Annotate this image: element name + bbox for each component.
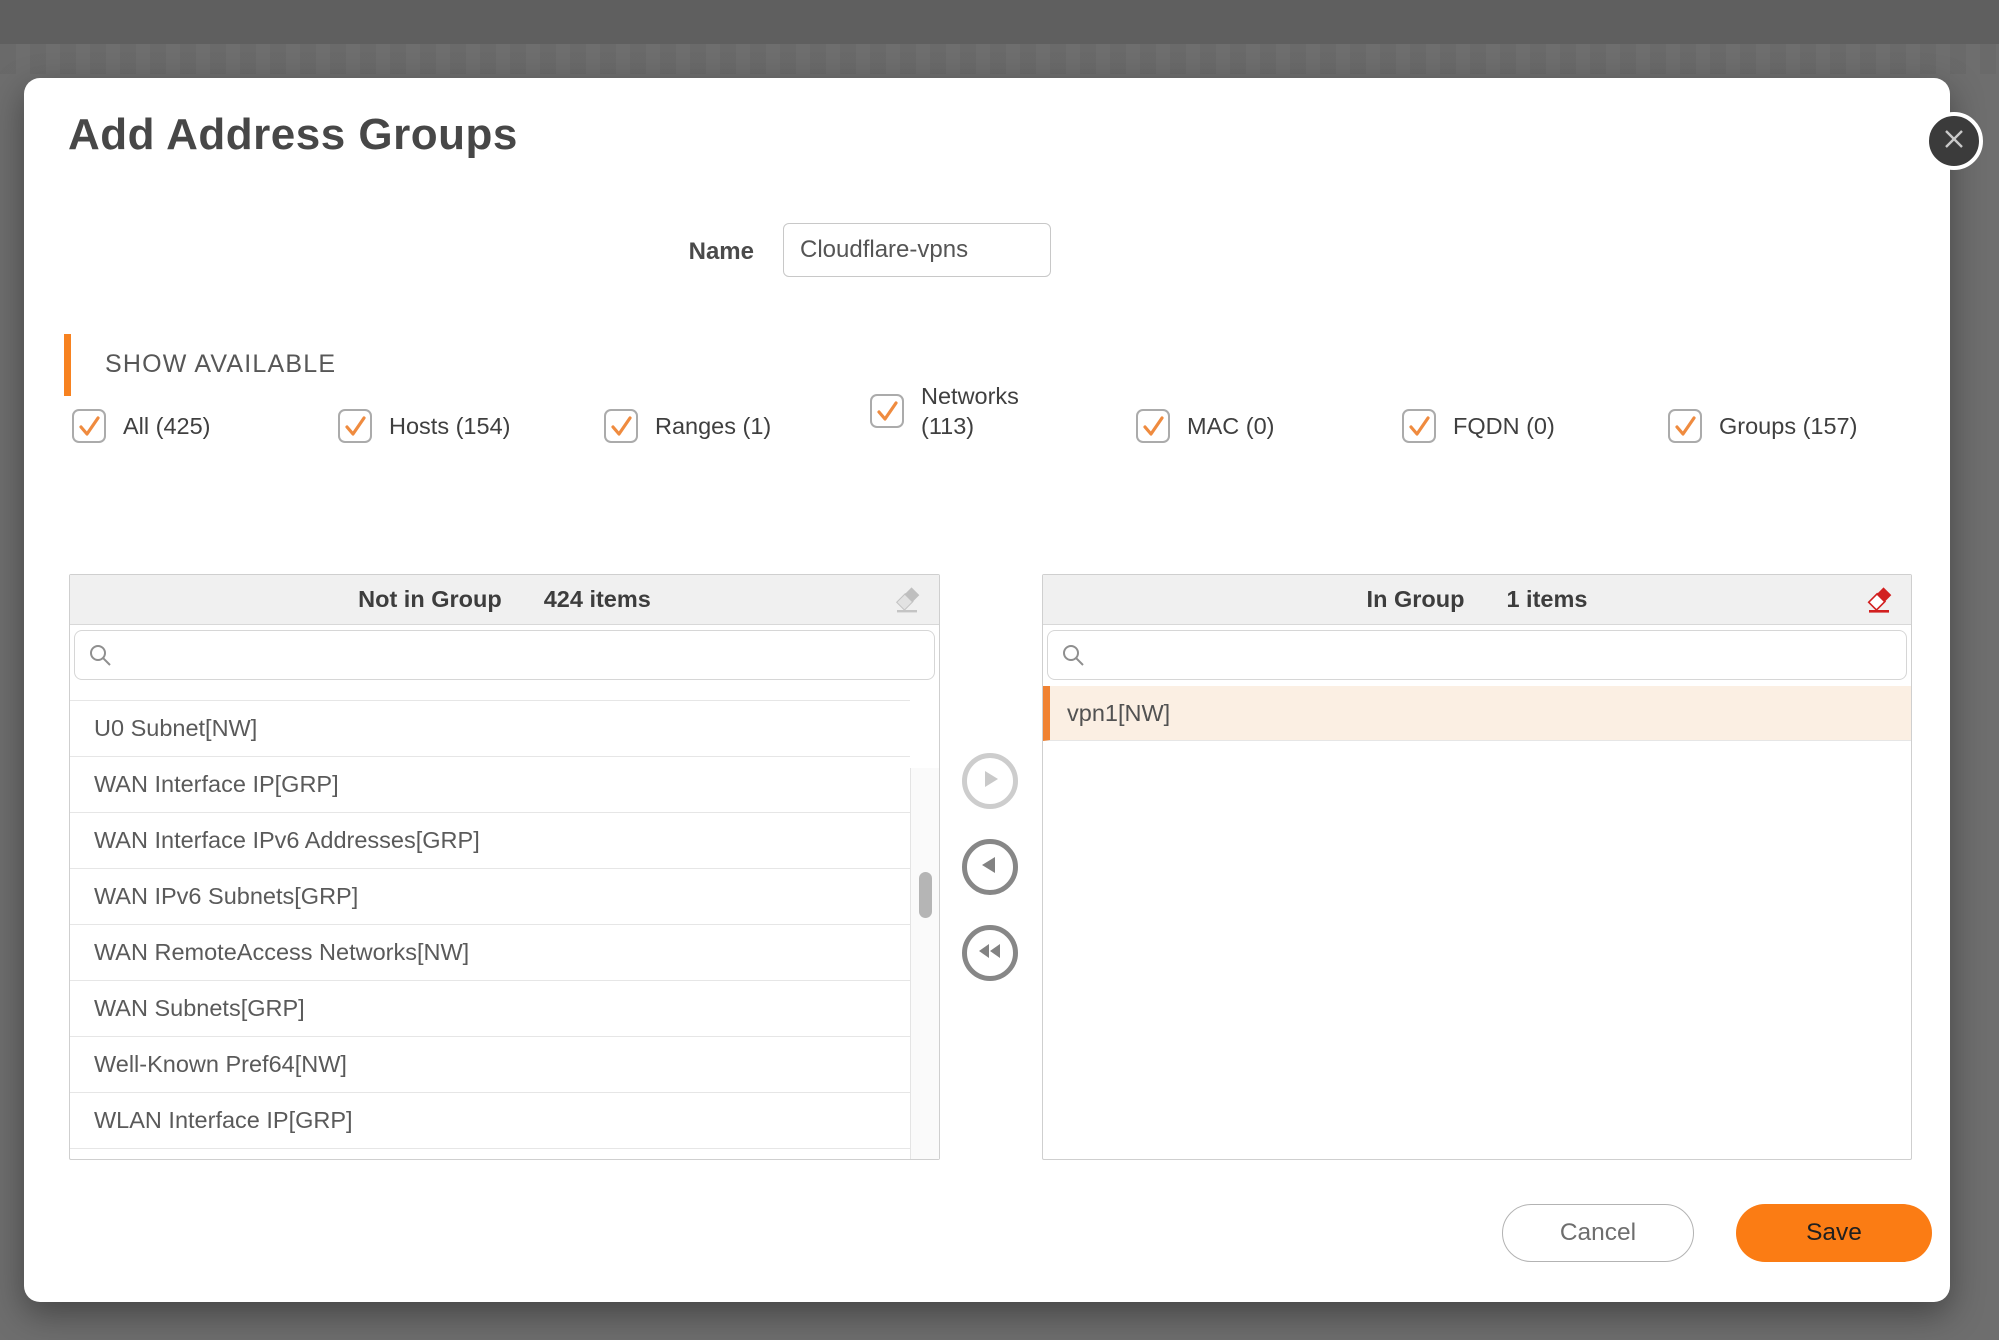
dimmed-page-content xyxy=(0,44,1999,74)
cancel-button[interactable]: Cancel xyxy=(1502,1204,1694,1262)
list-item[interactable]: WAN IPv6 Subnets[GRP] xyxy=(70,869,910,925)
list-item[interactable]: WAN RemoteAccess Networks[NW] xyxy=(70,925,910,981)
dialog-title: Add Address Groups xyxy=(68,110,518,160)
name-field-label: Name xyxy=(584,238,754,266)
filter-checkbox-item[interactable]: Ranges (1) xyxy=(604,409,771,443)
filter-checkbox-item[interactable]: MAC (0) xyxy=(1136,409,1274,443)
filter-checkbox-item[interactable]: Networks (113) xyxy=(870,381,1021,441)
save-button[interactable]: Save xyxy=(1736,1204,1932,1262)
clear-list-icon[interactable] xyxy=(891,583,927,619)
filter-checkbox-item[interactable]: All (425) xyxy=(72,409,211,443)
name-input[interactable] xyxy=(783,223,1051,277)
checkbox-checked[interactable] xyxy=(338,409,372,443)
list-item[interactable]: WAN Subnets[GRP] xyxy=(70,981,910,1037)
list-item[interactable]: WLAN Interface IP[GRP] xyxy=(70,1093,910,1149)
search-input[interactable] xyxy=(75,631,934,679)
list-item-label: vpn1[NW] xyxy=(1067,700,1170,726)
list-item-label: Well-Known Pref64[NW] xyxy=(94,1051,347,1077)
not-in-group-header: Not in Group 424 items xyxy=(70,575,939,625)
partial-scrolled-row xyxy=(70,686,910,701)
list-item-label: WAN Interface IP[GRP] xyxy=(94,771,339,797)
list-item[interactable]: WAN Interface IP[GRP] xyxy=(70,757,910,813)
check-icon xyxy=(1404,411,1434,441)
section-accent-bar xyxy=(64,334,71,396)
filter-label: MAC (0) xyxy=(1187,411,1274,441)
move-left-button[interactable] xyxy=(962,839,1018,895)
filter-checkbox-item[interactable]: Hosts (154) xyxy=(338,409,510,443)
filter-label: Ranges (1) xyxy=(655,411,771,441)
list-item-label: WAN Interface IPv6 Addresses[GRP] xyxy=(94,827,480,853)
close-button[interactable] xyxy=(1925,112,1983,170)
checkbox-checked[interactable] xyxy=(1136,409,1170,443)
list-item-label: WAN RemoteAccess Networks[NW] xyxy=(94,939,469,965)
panel-item-count: 424 items xyxy=(544,586,651,613)
filter-label: All (425) xyxy=(123,411,211,441)
list-item[interactable]: U0 Subnet[NW] xyxy=(70,701,910,757)
move-all-left-icon xyxy=(975,938,1005,969)
check-icon xyxy=(606,411,636,441)
section-title: SHOW AVAILABLE xyxy=(105,350,336,379)
list-item[interactable]: Well-Known Pref64[NW] xyxy=(70,1037,910,1093)
list-item-label: WAN Subnets[GRP] xyxy=(94,995,305,1021)
scrollbar-thumb[interactable] xyxy=(919,872,932,918)
scrollbar-track[interactable] xyxy=(910,768,939,1159)
check-icon xyxy=(1670,411,1700,441)
in-group-list: vpn1[NW] xyxy=(1043,686,1911,1159)
list-item-label: U0 Subnet[NW] xyxy=(94,715,257,741)
filter-label: Networks (113) xyxy=(921,381,1021,441)
in-group-header: In Group 1 items xyxy=(1043,575,1911,625)
move-right-icon xyxy=(977,766,1003,797)
checkbox-checked[interactable] xyxy=(870,394,904,428)
check-icon xyxy=(74,411,104,441)
filter-checkbox-item[interactable]: FQDN (0) xyxy=(1402,409,1555,443)
list-item-label: WAN IPv6 Subnets[GRP] xyxy=(94,883,358,909)
list-item[interactable]: WAN Interface IPv6 Addresses[GRP] xyxy=(70,813,910,869)
check-icon xyxy=(872,396,902,426)
list-item[interactable]: vpn1[NW] xyxy=(1043,686,1911,741)
add-address-groups-dialog: Add Address Groups Name SHOW AVAILABLE A… xyxy=(24,78,1950,1302)
panel-title: Not in Group xyxy=(358,586,502,613)
in-group-search xyxy=(1047,630,1907,680)
checkbox-checked[interactable] xyxy=(72,409,106,443)
close-icon xyxy=(1941,126,1967,157)
move-right-button[interactable] xyxy=(962,753,1018,809)
check-icon xyxy=(340,411,370,441)
panel-title: In Group xyxy=(1367,586,1465,613)
filter-label: FQDN (0) xyxy=(1453,411,1555,441)
filter-checkbox-item[interactable]: Groups (157) xyxy=(1668,409,1857,443)
panel-item-count: 1 items xyxy=(1506,586,1587,613)
not-in-group-list: U0 Subnet[NW] WAN Interface IP[GRP] WAN … xyxy=(70,686,939,1159)
checkbox-checked[interactable] xyxy=(1402,409,1436,443)
checkbox-checked[interactable] xyxy=(1668,409,1702,443)
list-item-label: WLAN Interface IP[GRP] xyxy=(94,1107,353,1133)
checkbox-checked[interactable] xyxy=(604,409,638,443)
clear-list-icon-red[interactable] xyxy=(1863,583,1899,619)
in-group-panel: In Group 1 items xyxy=(1042,574,1912,1160)
move-all-left-button[interactable] xyxy=(962,925,1018,981)
filter-label: Groups (157) xyxy=(1719,411,1857,441)
filter-label: Hosts (154) xyxy=(389,411,510,441)
search-input[interactable] xyxy=(1048,631,1906,679)
not-in-group-panel: Not in Group 424 items xyxy=(69,574,940,1160)
backdrop-top-strip xyxy=(0,0,1999,44)
move-left-icon xyxy=(977,852,1003,883)
not-in-group-search xyxy=(74,630,935,680)
check-icon xyxy=(1138,411,1168,441)
